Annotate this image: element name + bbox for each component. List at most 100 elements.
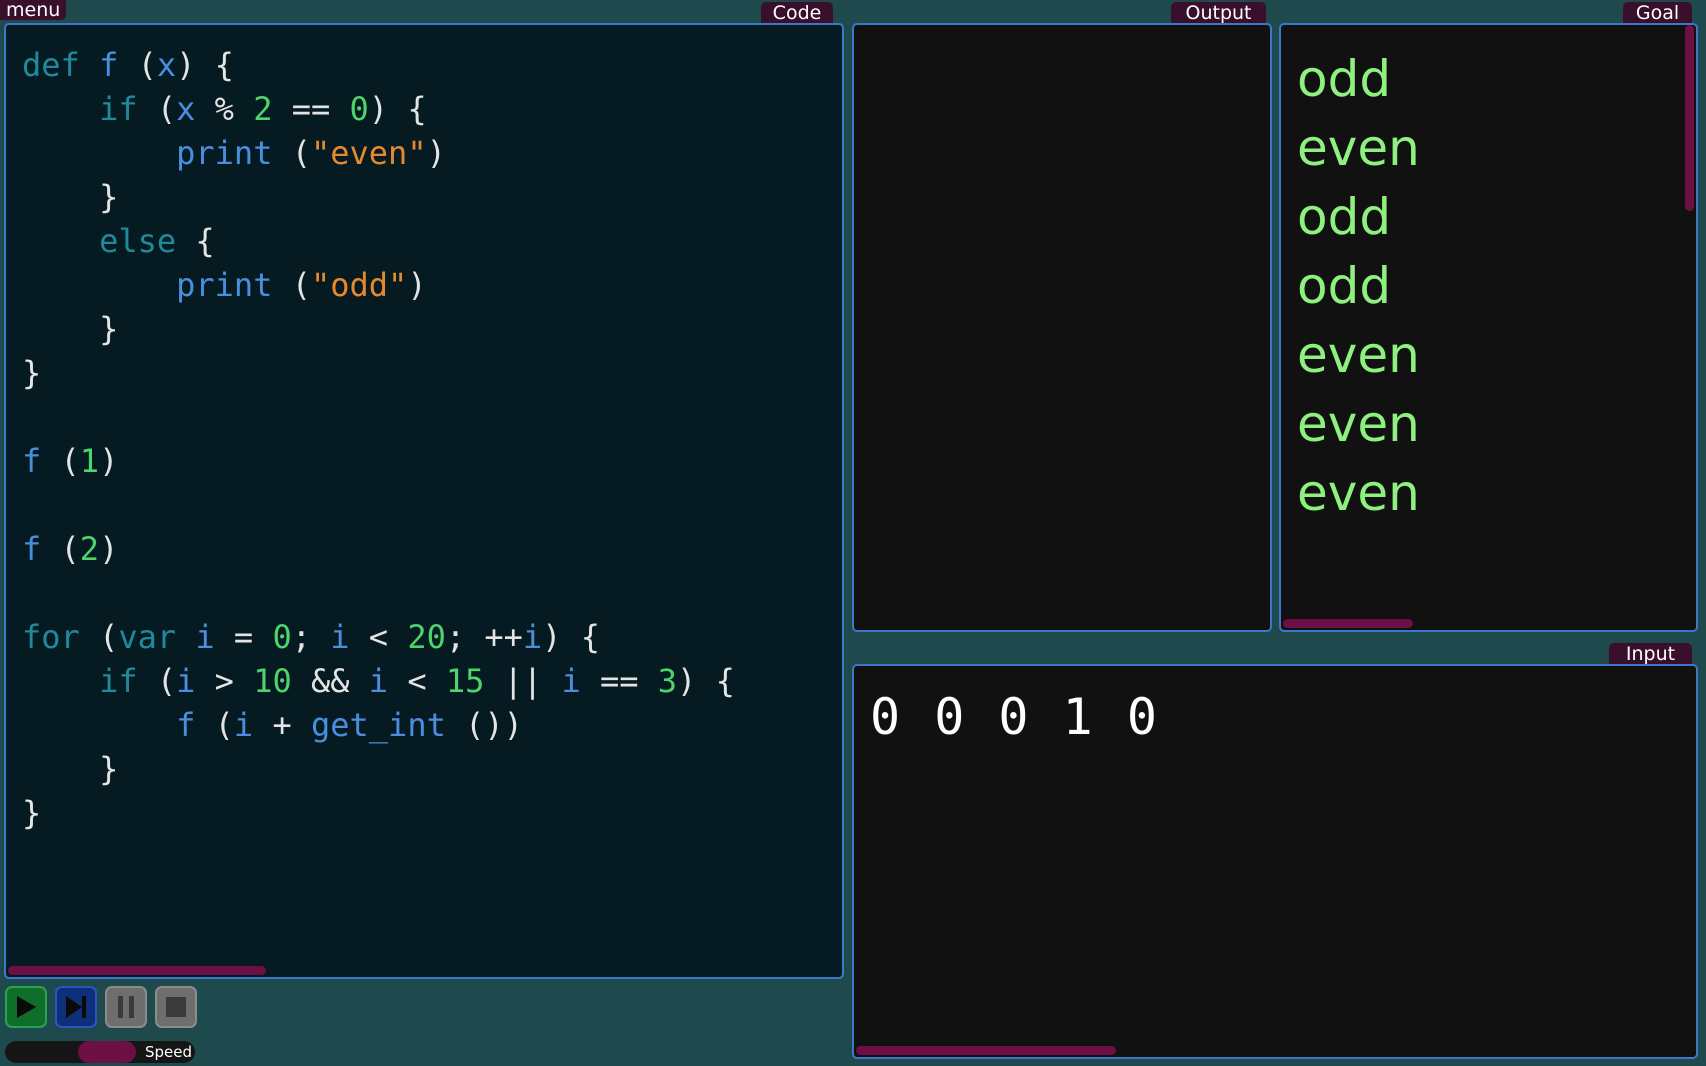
speed-slider[interactable]: Speed xyxy=(5,1041,195,1063)
goal-vertical-scrollbar[interactable] xyxy=(1685,25,1694,211)
code-token: print xyxy=(176,134,273,172)
code-line[interactable]: } xyxy=(22,791,735,835)
code-token: ) xyxy=(99,530,119,568)
code-token: i xyxy=(330,618,350,656)
code-token: i xyxy=(561,662,581,700)
code-line[interactable] xyxy=(22,571,735,615)
code-line[interactable]: f (1) xyxy=(22,439,735,483)
code-line[interactable]: print ("odd") xyxy=(22,263,735,307)
code-token: < xyxy=(388,662,446,700)
code-token: ) { xyxy=(176,46,234,84)
code-token: 0 xyxy=(349,90,369,128)
stop-icon xyxy=(166,997,186,1017)
code-token: 2 xyxy=(79,530,100,568)
code-token: } xyxy=(22,178,119,216)
code-line[interactable]: for (var i = 0; i < 20; ++i) { xyxy=(22,615,735,659)
menu-button[interactable]: menu xyxy=(0,0,67,20)
run-button[interactable] xyxy=(5,986,47,1028)
input-horizontal-scrollbar[interactable] xyxy=(856,1046,1116,1055)
code-token: ) xyxy=(99,442,119,480)
speed-slider-knob[interactable] xyxy=(78,1041,136,1063)
code-token: i xyxy=(368,662,389,700)
step-button[interactable] xyxy=(55,986,97,1028)
code-token: print xyxy=(176,266,273,304)
goal-line: odd xyxy=(1297,188,1392,246)
code-line[interactable]: } xyxy=(22,351,735,395)
output-panel xyxy=(852,23,1272,632)
code-line[interactable]: print ("even") xyxy=(22,131,735,175)
code-line[interactable]: else { xyxy=(22,219,735,263)
tab-output: Output xyxy=(1171,2,1266,24)
code-line[interactable] xyxy=(22,395,735,439)
code-token: 0 xyxy=(272,618,292,656)
goal-lines: odd even odd odd even even even xyxy=(1297,45,1420,528)
tab-code: Code xyxy=(761,2,833,24)
code-token: if xyxy=(99,90,138,128)
goal-line: even xyxy=(1297,464,1420,522)
code-token: ( xyxy=(118,46,157,84)
pause-icon xyxy=(118,996,134,1018)
code-token: for xyxy=(22,618,80,656)
code-token: + xyxy=(253,706,311,744)
code-line[interactable]: if (x % 2 == 0) { xyxy=(22,87,735,131)
code-token: f xyxy=(99,46,119,84)
code-token: 20 xyxy=(407,618,446,656)
code-token: } xyxy=(22,310,119,348)
code-token: } xyxy=(22,354,42,392)
code-token: ( xyxy=(137,90,177,128)
code-token: ( xyxy=(272,266,311,304)
tab-input: Input xyxy=(1609,643,1692,665)
code-token: == xyxy=(580,662,658,700)
code-token: 10 xyxy=(253,662,292,700)
speed-label: Speed xyxy=(145,1043,193,1061)
goal-line: even xyxy=(1297,326,1420,384)
code-line[interactable]: } xyxy=(22,747,735,791)
code-token: ()) xyxy=(445,706,523,744)
code-token: def xyxy=(22,46,80,84)
code-line[interactable]: def f (x) { xyxy=(22,43,735,87)
code-token: ( xyxy=(41,442,80,480)
goal-line: even xyxy=(1297,395,1420,453)
code-horizontal-scrollbar[interactable] xyxy=(8,966,266,975)
input-panel[interactable]: 0 0 0 1 0 xyxy=(852,664,1698,1059)
code-line[interactable]: if (i > 10 && i < 15 || i == 3) { xyxy=(22,659,735,703)
code-token: ( xyxy=(41,530,80,568)
code-token: x xyxy=(156,46,177,84)
code-token: 3 xyxy=(657,662,678,700)
code-token: i xyxy=(195,618,215,656)
code-token: ) { xyxy=(542,618,600,656)
code-line[interactable] xyxy=(22,483,735,527)
code-token: = xyxy=(214,618,273,656)
code-token: && xyxy=(291,662,369,700)
code-token: "even" xyxy=(310,134,427,172)
code-line[interactable]: } xyxy=(22,175,735,219)
pause-button[interactable] xyxy=(105,986,147,1028)
code-token: 1 xyxy=(79,442,100,480)
code-text[interactable]: def f (x) { if (x % 2 == 0) { print ("ev… xyxy=(22,43,735,835)
code-editor[interactable]: def f (x) { if (x % 2 == 0) { print ("ev… xyxy=(4,23,844,979)
code-token: ; xyxy=(291,618,331,656)
input-values[interactable]: 0 0 0 1 0 xyxy=(870,688,1159,746)
code-line[interactable]: f (2) xyxy=(22,527,735,571)
code-token: 2 xyxy=(253,90,273,128)
goal-line: odd xyxy=(1297,257,1392,315)
code-token: i xyxy=(176,662,196,700)
code-token: < xyxy=(349,618,408,656)
stop-button[interactable] xyxy=(155,986,197,1028)
goal-line: even xyxy=(1297,119,1420,177)
code-line[interactable]: } xyxy=(22,307,735,351)
code-line[interactable]: f (i + get_int ()) xyxy=(22,703,735,747)
code-token: == xyxy=(272,90,350,128)
code-token: i xyxy=(233,706,254,744)
code-token: else xyxy=(99,222,177,260)
goal-horizontal-scrollbar[interactable] xyxy=(1283,619,1413,628)
goal-panel: odd even odd odd even even even xyxy=(1279,23,1698,632)
code-token: } xyxy=(22,750,119,788)
code-token: ) { xyxy=(677,662,735,700)
code-token: || xyxy=(484,662,562,700)
